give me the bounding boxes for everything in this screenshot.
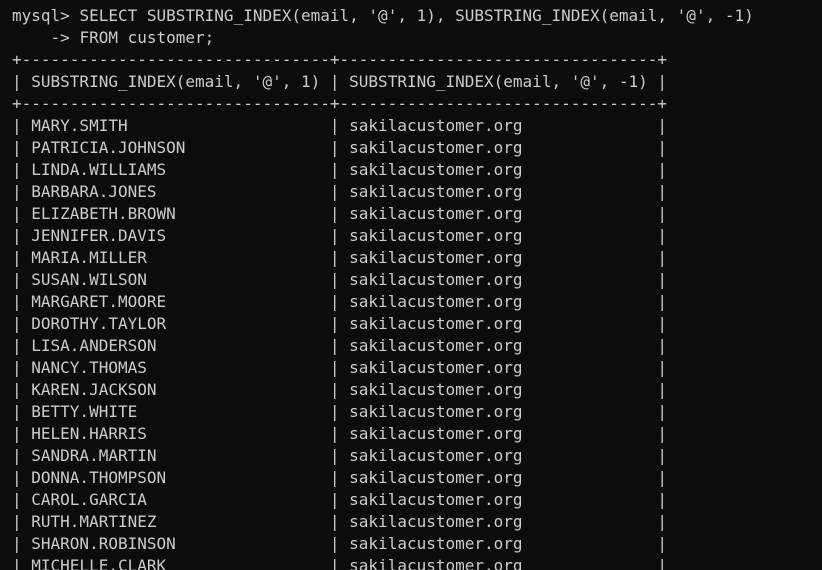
table-cell: sakilacustomer.org	[349, 380, 523, 399]
table-cell: SHARON.ROBINSON	[31, 534, 176, 553]
table-cell: LISA.ANDERSON	[31, 336, 157, 355]
table-border-top: +--------------------------------+------…	[12, 50, 668, 69]
table-row: | MARY.SMITH | sakilacustomer.org |	[12, 116, 668, 135]
table-cell: sakilacustomer.org	[349, 182, 523, 201]
mysql-prompt: mysql>	[12, 6, 80, 25]
table-cell: KAREN.JACKSON	[31, 380, 157, 399]
table-cell: sakilacustomer.org	[349, 556, 523, 570]
table-cell: sakilacustomer.org	[349, 270, 523, 289]
table-row: | DOROTHY.TAYLOR | sakilacustomer.org |	[12, 314, 668, 333]
table-cell: sakilacustomer.org	[349, 336, 523, 355]
table-cell: sakilacustomer.org	[349, 490, 523, 509]
table-cell: SUBSTRING_INDEX(email, '@', 1)	[31, 72, 321, 91]
table-cell: ELIZABETH.BROWN	[31, 204, 176, 223]
table-cell: DONNA.THOMPSON	[31, 468, 167, 487]
table-row: | DONNA.THOMPSON | sakilacustomer.org |	[12, 468, 668, 487]
table-row: | LINDA.WILLIAMS | sakilacustomer.org |	[12, 160, 668, 179]
table-row: | BETTY.WHITE | sakilacustomer.org |	[12, 402, 668, 421]
table-cell: sakilacustomer.org	[349, 204, 523, 223]
table-row: | MICHELLE.CLARK | sakilacustomer.org |	[12, 555, 822, 570]
table-row: | ELIZABETH.BROWN | sakilacustomer.org |	[12, 204, 668, 223]
table-cell: sakilacustomer.org	[349, 226, 523, 245]
table-row: | SHARON.ROBINSON | sakilacustomer.org |	[12, 534, 668, 553]
table-cell: sakilacustomer.org	[349, 468, 523, 487]
table-header-row: | SUBSTRING_INDEX(email, '@', 1) | SUBST…	[12, 72, 668, 91]
table-cell: sakilacustomer.org	[349, 116, 523, 135]
table-cell: SUBSTRING_INDEX(email, '@', -1)	[349, 72, 648, 91]
table-border-header: +--------------------------------+------…	[12, 94, 668, 113]
query-line-2: -> FROM customer;	[12, 27, 822, 49]
table-row: | SUSAN.WILSON | sakilacustomer.org |	[12, 270, 668, 289]
table-cell: sakilacustomer.org	[349, 138, 523, 157]
table-row: | LISA.ANDERSON | sakilacustomer.org |	[12, 336, 668, 355]
table-row: | CAROL.GARCIA | sakilacustomer.org |	[12, 490, 668, 509]
query-text-2: FROM customer;	[79, 28, 215, 47]
table-row: | KAREN.JACKSON | sakilacustomer.org |	[12, 380, 668, 399]
table-cell: MARGARET.MOORE	[31, 292, 167, 311]
table-row: | BARBARA.JONES | sakilacustomer.org |	[12, 182, 668, 201]
query-text-1: SELECT SUBSTRING_INDEX(email, '@', 1), S…	[79, 6, 754, 25]
table-cell: sakilacustomer.org	[349, 248, 523, 267]
table-cell: LINDA.WILLIAMS	[31, 160, 167, 179]
table-cell: CAROL.GARCIA	[31, 490, 147, 509]
table-cell: PATRICIA.JOHNSON	[31, 138, 186, 157]
table-row: | MARGARET.MOORE | sakilacustomer.org |	[12, 292, 668, 311]
table-cell: SUSAN.WILSON	[31, 270, 147, 289]
table-row: | JENNIFER.DAVIS | sakilacustomer.org |	[12, 226, 668, 245]
table-row: | RUTH.MARTINEZ | sakilacustomer.org |	[12, 512, 668, 531]
table-cell: RUTH.MARTINEZ	[31, 512, 157, 531]
table-cell: DOROTHY.TAYLOR	[31, 314, 167, 333]
table-cell: sakilacustomer.org	[349, 446, 523, 465]
table-row: | HELEN.HARRIS | sakilacustomer.org |	[12, 424, 668, 443]
table-cell: HELEN.HARRIS	[31, 424, 147, 443]
table-cell: sakilacustomer.org	[349, 292, 523, 311]
terminal-window[interactable]: mysql> SELECT SUBSTRING_INDEX(email, '@'…	[0, 0, 822, 570]
table-cell: sakilacustomer.org	[349, 424, 523, 443]
table-row: | NANCY.THOMAS | sakilacustomer.org |	[12, 358, 668, 377]
table-cell: BETTY.WHITE	[31, 402, 138, 421]
table-cell: sakilacustomer.org	[349, 314, 523, 333]
table-row: | SANDRA.MARTIN | sakilacustomer.org |	[12, 446, 668, 465]
table-cell: MARY.SMITH	[31, 116, 128, 135]
table-cell: JENNIFER.DAVIS	[31, 226, 167, 245]
table-cell: SANDRA.MARTIN	[31, 446, 157, 465]
table-cell: sakilacustomer.org	[349, 358, 523, 377]
table-cell: NANCY.THOMAS	[31, 358, 147, 377]
table-row: | PATRICIA.JOHNSON | sakilacustomer.org …	[12, 138, 668, 157]
result-table: +--------------------------------+------…	[12, 49, 822, 570]
table-cell: MARIA.MILLER	[31, 248, 147, 267]
table-row: | MARIA.MILLER | sakilacustomer.org |	[12, 248, 668, 267]
table-cell: sakilacustomer.org	[349, 402, 523, 421]
table-cell: MICHELLE.CLARK	[31, 556, 167, 570]
query-line-1: mysql> SELECT SUBSTRING_INDEX(email, '@'…	[12, 5, 822, 27]
table-cell: BARBARA.JONES	[31, 182, 157, 201]
continuation-prompt: ->	[12, 28, 80, 47]
table-cell: sakilacustomer.org	[349, 512, 523, 531]
table-cell: sakilacustomer.org	[349, 160, 523, 179]
table-cell: sakilacustomer.org	[349, 534, 523, 553]
